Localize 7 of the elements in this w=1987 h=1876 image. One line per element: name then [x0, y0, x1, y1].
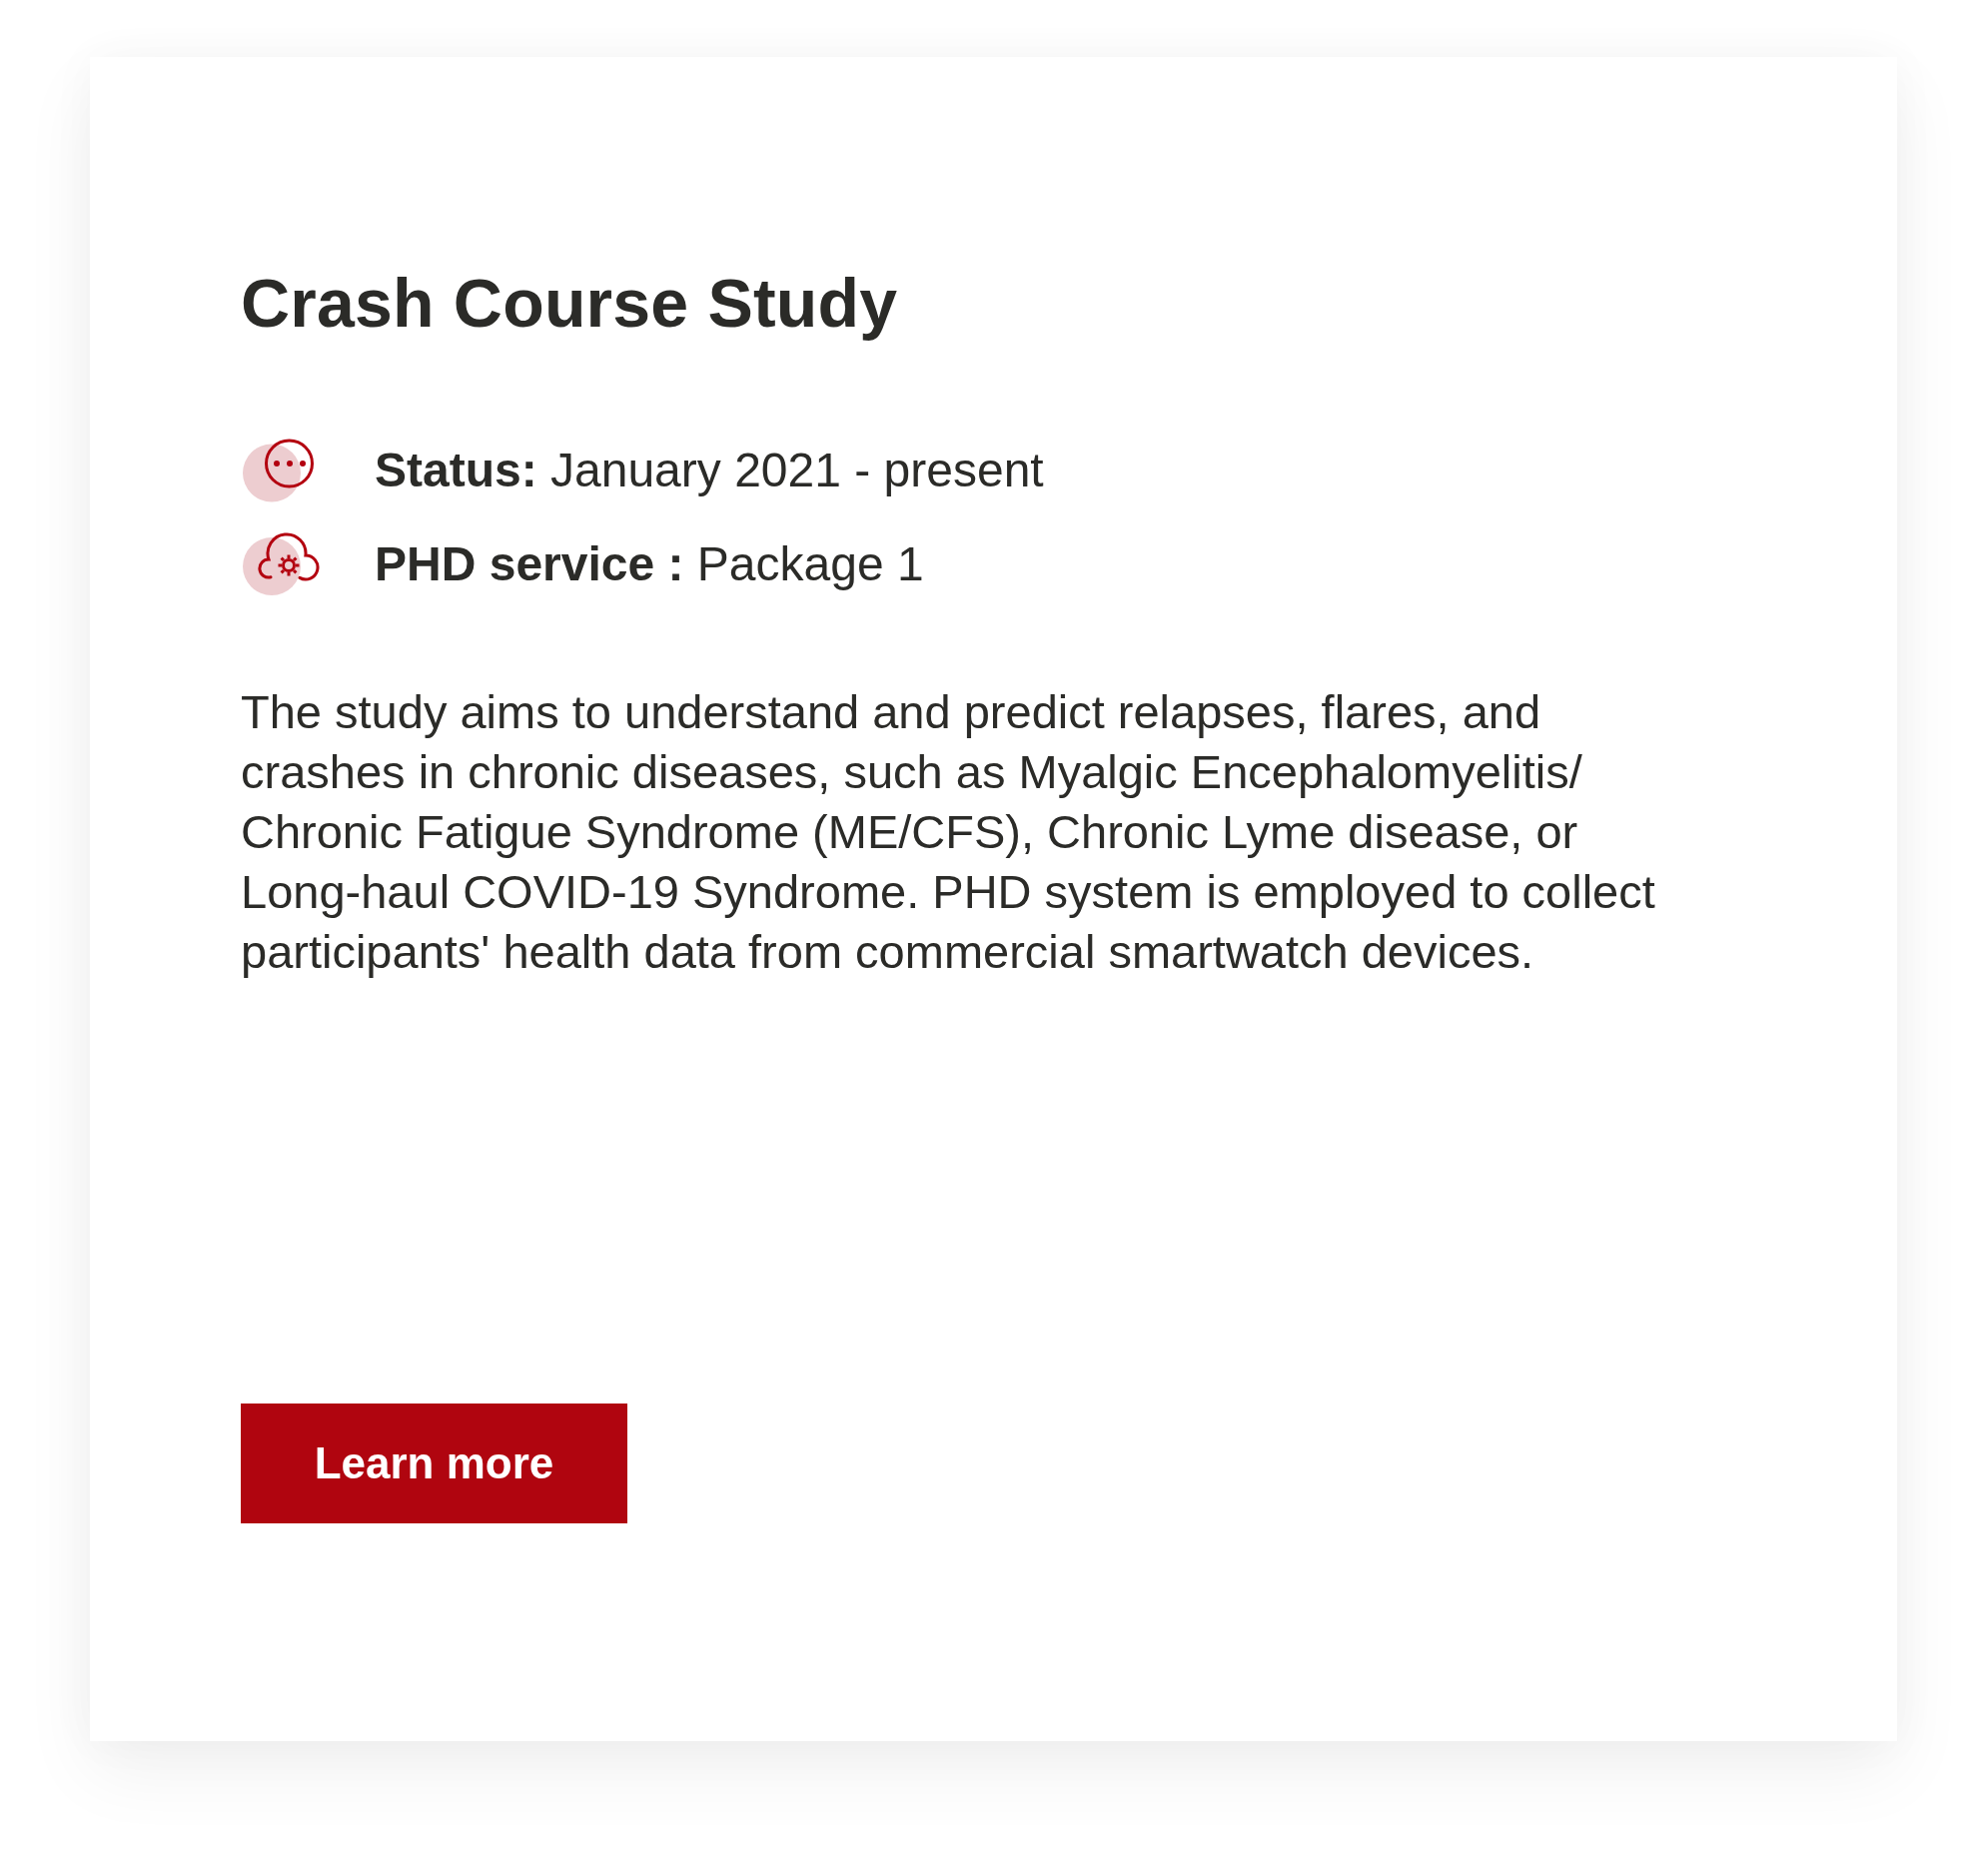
study-description: The study aims to understand and predict relapses, flares, and crashes in chronic diseases, such as Myalgic Encephalomyelitis/ Chronic Fatigue Syndrome (ME/CFS), Chronic Lyme disease, or Long-haul COVID-19 Syndrome. PHD system is employed to collect participants' health data from commercial smartwatch devices. [241, 684, 1656, 980]
learn-more-button[interactable]: Learn more [241, 1404, 627, 1523]
status-text: Status: January 2021 - present [375, 443, 1044, 498]
service-text: PHD service : Package 1 [375, 536, 924, 592]
status-dots-icon [243, 439, 316, 502]
cloud-gear-icon [243, 532, 320, 596]
card-title: Crash Course Study [241, 264, 898, 343]
